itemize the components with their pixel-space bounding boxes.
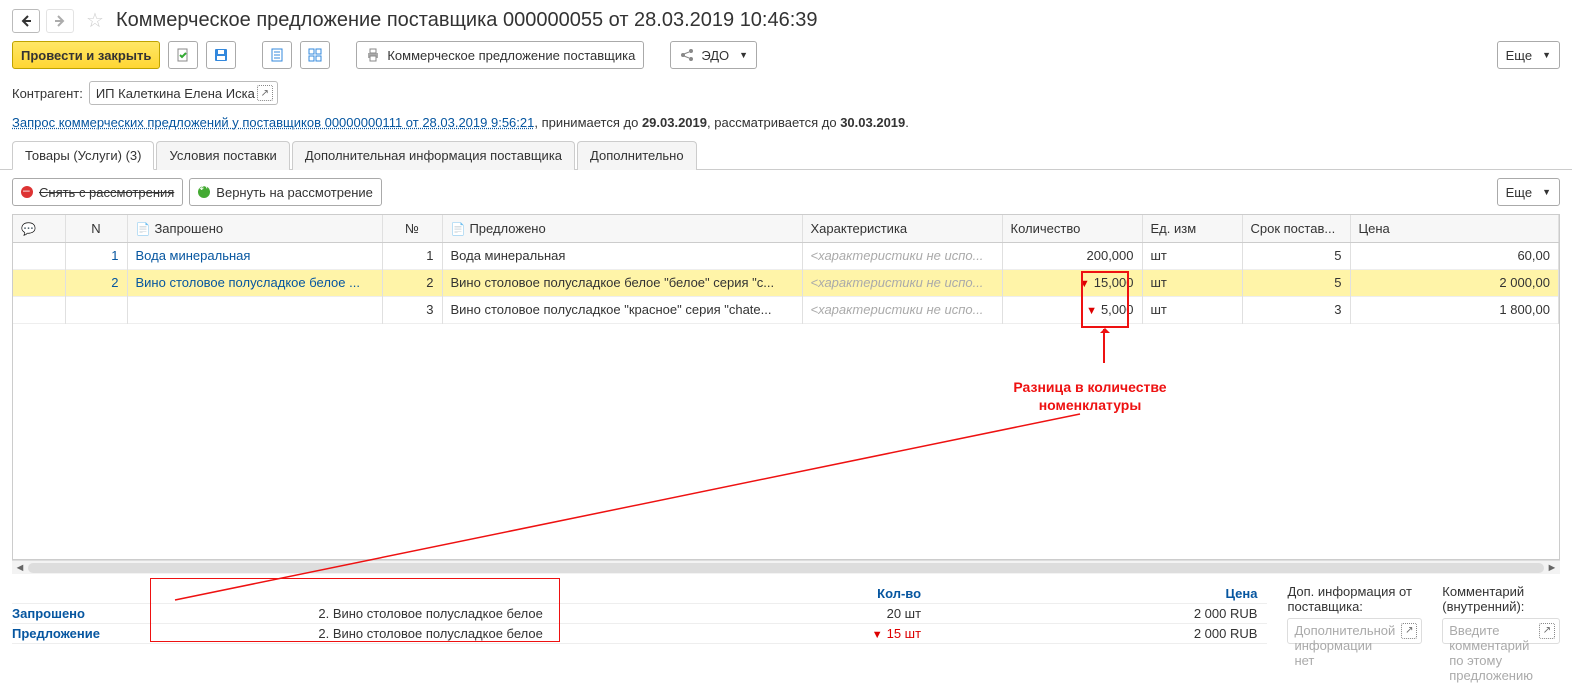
table-h-scroll[interactable]: ◄ ► (12, 560, 1560, 574)
scroll-thumb[interactable] (28, 563, 1544, 573)
supplier-info-value[interactable]: Дополнительной информации нет ↗ (1287, 618, 1422, 644)
request-link[interactable]: Запрос коммерческих предложений у постав… (12, 115, 534, 130)
toolbar-more-label: Еще (1506, 48, 1532, 63)
subtoolbar-more-label: Еще (1506, 185, 1532, 200)
requested-icon: 📄 (136, 222, 151, 236)
annotation-arrow (1103, 329, 1105, 363)
summary-req-qty: 20 шт (625, 603, 931, 623)
document-icon (269, 47, 285, 63)
contractor-value: ИП Калеткина Елена Иска (96, 86, 255, 101)
warn-down-icon: ▼ (1079, 278, 1090, 290)
remove-icon (21, 186, 33, 198)
open-reference-icon[interactable]: ↗ (257, 85, 273, 101)
arrow-left-icon (18, 13, 34, 29)
post-close-label: Провести и закрыть (21, 48, 151, 63)
edo-label: ЭДО (701, 48, 729, 63)
chevron-down-icon: ▼ (739, 50, 748, 60)
tab-supplier-info[interactable]: Дополнительная информация поставщика (292, 141, 575, 170)
summary-off-price: 2 000 RUB (961, 623, 1267, 643)
tab-delivery[interactable]: Условия поставки (156, 141, 289, 170)
chevron-down-icon: ▼ (1542, 187, 1551, 197)
floppy-icon (213, 47, 229, 63)
document-check-icon (175, 47, 191, 63)
warn-down-icon: ▼ (872, 629, 883, 641)
col-qty[interactable]: Количество (1002, 215, 1142, 242)
post-and-close-button[interactable]: Провести и закрыть (12, 41, 160, 69)
structure-icon (307, 47, 323, 63)
print-doc-label: Коммерческое предложение поставщика (387, 48, 635, 63)
comment-label: Комментарий (внутренний): (1442, 584, 1560, 614)
contractor-input[interactable]: ИП Калеткина Елена Иска ↗ (89, 81, 278, 105)
return-consideration-button[interactable]: Вернуть на рассмотрение (189, 178, 382, 206)
request-info-line: Запрос коммерческих предложений у постав… (0, 115, 1572, 140)
summary-req-price: 2 000 RUB (961, 603, 1267, 623)
toolbar-more-button[interactable]: Еще ▼ (1497, 41, 1560, 69)
summary-requested-label: Запрошено (12, 603, 318, 623)
col-chat[interactable]: 💬 (13, 215, 65, 242)
favorite-star-icon[interactable]: ☆ (86, 8, 104, 33)
comment-input[interactable]: Введите комментарий по этому предложению… (1442, 618, 1560, 644)
doc-button-1[interactable] (262, 41, 292, 69)
arrow-right-icon (52, 13, 68, 29)
summary-col-price: Цена (961, 584, 1267, 604)
remove-label: Снять с рассмотрения (39, 185, 174, 200)
return-label: Вернуть на рассмотрение (216, 185, 373, 200)
col-price[interactable]: Цена (1350, 215, 1559, 242)
nav-back-button[interactable] (12, 9, 40, 33)
summary-off-qty: ▼15 шт (625, 623, 931, 643)
offered-icon: 📄 (451, 222, 466, 236)
remove-consideration-button[interactable]: Снять с рассмотрения (12, 178, 183, 206)
open-reference-icon[interactable]: ↗ (1401, 623, 1417, 639)
scroll-right-icon[interactable]: ► (1544, 561, 1560, 575)
scroll-left-icon[interactable]: ◄ (12, 561, 28, 575)
print-doc-button[interactable]: Коммерческое предложение поставщика (356, 41, 644, 69)
tab-goods[interactable]: Товары (Услуги) (3) (12, 141, 154, 170)
summary-box: Кол-во Цена Запрошено 2. Вино столовое п… (12, 584, 1267, 644)
save-disk-button[interactable] (206, 41, 236, 69)
summary-offer-label: Предложение (12, 623, 318, 643)
open-reference-icon[interactable]: ↗ (1539, 623, 1555, 639)
summary-off-name: 2. Вино столовое полусладкое белое (318, 623, 624, 643)
chevron-down-icon: ▼ (1542, 50, 1551, 60)
save-button[interactable] (168, 41, 198, 69)
contractor-label: Контрагент: (12, 86, 83, 101)
col-offered[interactable]: 📄Предложено (442, 215, 802, 242)
table-row[interactable]: 1Вода минеральная1Вода минеральная<харак… (13, 242, 1559, 269)
summary-col-qty: Кол-во (625, 584, 931, 604)
tab-additional[interactable]: Дополнительно (577, 141, 697, 170)
col-char[interactable]: Характеристика (802, 215, 1002, 242)
supplier-info-label: Доп. информация от поставщика: (1287, 584, 1422, 614)
return-icon (198, 186, 210, 198)
printer-icon (365, 47, 381, 63)
edo-icon (679, 47, 695, 63)
col-n[interactable]: N (65, 215, 127, 242)
subtoolbar-more-button[interactable]: Еще ▼ (1497, 178, 1560, 206)
col-unit[interactable]: Ед. изм (1142, 215, 1242, 242)
col-num[interactable]: № (382, 215, 442, 242)
table-row[interactable]: 2Вино столовое полусладкое белое ...2Вин… (13, 269, 1559, 296)
table-row[interactable]: 3Вино столовое полусладкое "красное" сер… (13, 296, 1559, 323)
warn-down-icon: ▼ (1086, 305, 1097, 317)
edo-button[interactable]: ЭДО ▼ (670, 41, 757, 69)
nav-forward-button[interactable] (46, 9, 74, 33)
page-title: Коммерческое предложение поставщика 0000… (116, 9, 818, 32)
col-requested[interactable]: 📄Запрошено (127, 215, 382, 242)
col-term[interactable]: Срок постав... (1242, 215, 1350, 242)
doc-button-2[interactable] (300, 41, 330, 69)
summary-req-name: 2. Вино столовое полусладкое белое (318, 603, 624, 623)
items-table: 💬 N 📄Запрошено № 📄Предложено Характерист… (12, 214, 1560, 560)
annotation-text: Разница в количестве номенклатуры (980, 378, 1200, 414)
comment-icon: 💬 (21, 222, 36, 236)
